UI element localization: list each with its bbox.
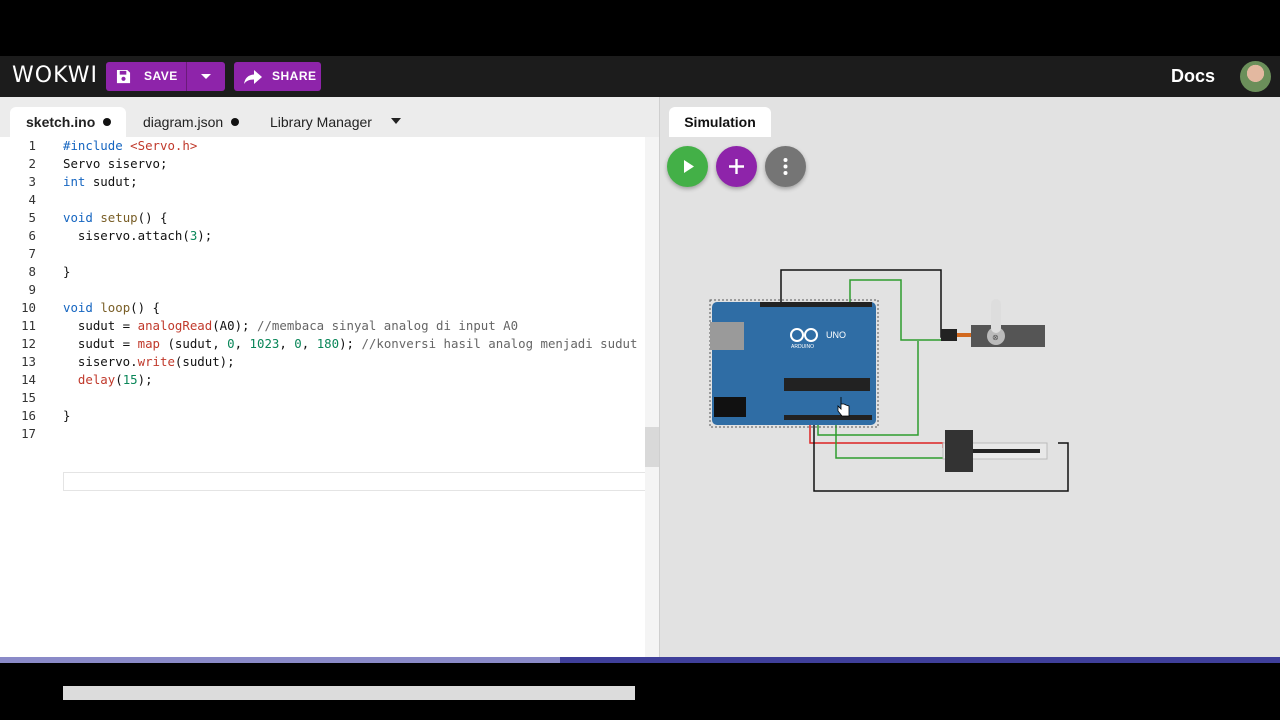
arduino-uno-board[interactable]: UNO ARDUINO: [709, 299, 879, 428]
docs-link[interactable]: Docs: [1171, 66, 1215, 87]
save-label: SAVE: [144, 69, 178, 83]
code-line: 6 siservo.attach(3);: [28, 228, 213, 243]
tab-label: sketch.ino: [26, 114, 96, 130]
slider-knob[interactable]: [945, 430, 973, 472]
chevron-down-icon[interactable]: [201, 74, 211, 79]
digital-header: [760, 302, 872, 307]
slide-potentiometer[interactable]: [942, 430, 1048, 472]
code-line: 8}: [28, 264, 71, 279]
code-line: 15: [21, 390, 36, 405]
code-line: 2 Servo siservo;: [28, 156, 168, 171]
board-label: UNO: [826, 330, 846, 340]
caret-down-icon[interactable]: [391, 118, 401, 124]
code-line: 17: [21, 426, 36, 441]
current-line-highlight: [63, 472, 647, 491]
code-line: 14 delay(15);: [21, 372, 153, 387]
editor-tabbar: sketch.ino diagram.json Library Manager: [0, 97, 659, 137]
share-button[interactable]: SHARE: [234, 62, 321, 91]
circuit-canvas[interactable]: UNO ARDUINO ⊗: [660, 97, 1280, 660]
code-line: 7: [28, 246, 36, 261]
vertical-scrollbar[interactable]: [645, 137, 659, 660]
tab-label: diagram.json: [143, 114, 224, 130]
code-line: 16}: [21, 408, 71, 423]
save-divider: [186, 62, 187, 91]
code-line: 3 int sudut;: [28, 174, 138, 189]
code-line: 4: [28, 192, 36, 207]
code-line: 9: [28, 282, 36, 297]
share-arrow-icon: [244, 70, 262, 84]
board-brand: ARDUINO: [791, 344, 814, 350]
code-line: 13 siservo.write(sudut);: [21, 354, 235, 369]
top-bar: WOKWI SAVE SHARE Docs: [0, 56, 1280, 97]
simulation-pane: Simulation UNO ARDUINO ⊗: [660, 97, 1280, 660]
code-line: 1 #include <Servo.h>: [28, 138, 198, 153]
analog-header: [784, 415, 872, 420]
servo-motor[interactable]: ⊗: [941, 299, 1045, 347]
microcontroller-chip: [784, 378, 870, 391]
floppy-disk-icon: [116, 69, 131, 84]
share-label: SHARE: [272, 69, 317, 83]
save-button[interactable]: SAVE: [106, 62, 225, 91]
code-line: 10 void loop() {: [21, 300, 160, 315]
vertical-scrollbar-thumb[interactable]: [645, 427, 659, 467]
wokwi-logo[interactable]: WOKWI: [12, 63, 98, 88]
code-line: 12 sudut = map (sudut, 0, 1023, 0, 180);…: [21, 336, 638, 351]
editor-pane: sketch.ino diagram.json Library Manager …: [0, 97, 659, 700]
close-icon: ⊗: [992, 333, 999, 342]
code-editor[interactable]: 1 #include <Servo.h> 2 Servo siservo; 3 int…: [0, 137, 659, 700]
tab-diagram-json[interactable]: diagram.json: [143, 107, 240, 137]
code-line: 11 sudut = analogRead(A0); //membaca sin…: [21, 318, 519, 333]
tab-sketch-ino[interactable]: sketch.ino: [10, 107, 126, 137]
unsaved-dot-icon: [231, 118, 240, 126]
unsaved-dot-icon: [103, 118, 112, 126]
tab-label: Library Manager: [270, 114, 372, 130]
usb-port: [710, 322, 744, 350]
power-jack: [714, 397, 746, 417]
tab-library-manager[interactable]: Library Manager: [270, 107, 372, 137]
avatar[interactable]: [1240, 61, 1271, 92]
code-line: 5 void setup() {: [28, 210, 168, 225]
horizontal-scrollbar[interactable]: [63, 686, 635, 700]
status-bar-progress: [0, 657, 560, 663]
